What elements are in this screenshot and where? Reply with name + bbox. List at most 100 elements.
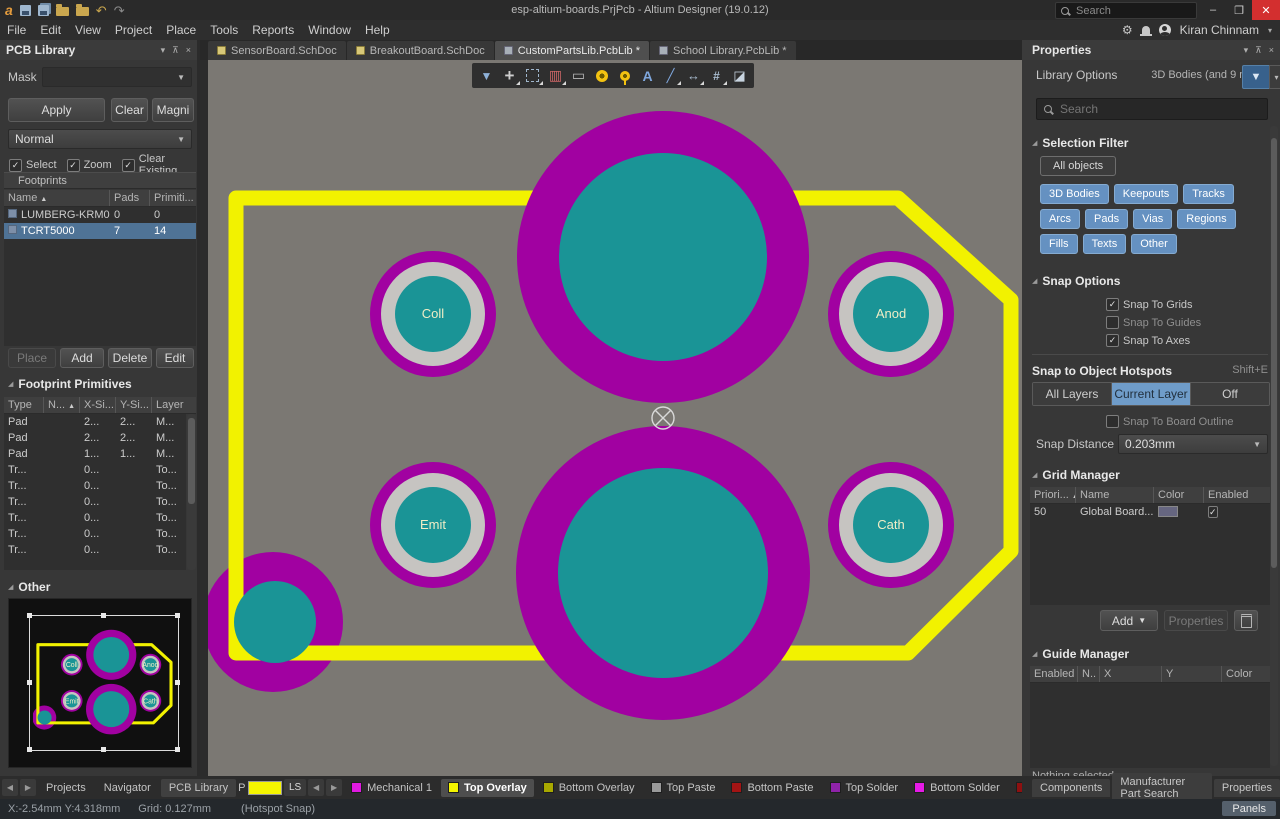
footprint-row-lumberg[interactable]: LUMBERG-KRM08 0 0 [4, 207, 196, 223]
tab-pcb-library[interactable]: PCB Library [161, 779, 236, 797]
close-button[interactable]: ✕ [1252, 0, 1280, 20]
panel-close-icon[interactable]: × [1269, 45, 1274, 56]
open-icon[interactable] [56, 7, 69, 16]
pad-emitter[interactable]: Emit [370, 462, 496, 588]
segment-current-layer[interactable]: Current Layer [1112, 383, 1191, 405]
primitive-row[interactable]: Tr...0...To... [4, 510, 186, 526]
user-menu-caret-icon[interactable]: ▾ [1268, 26, 1272, 35]
col-layer[interactable]: Layer [152, 397, 186, 413]
pad-large-top[interactable] [517, 111, 809, 403]
save-icon[interactable] [20, 5, 31, 16]
primitive-row[interactable]: Tr...0...To... [4, 526, 186, 542]
filter-regions[interactable]: Regions [1177, 209, 1235, 229]
panel-pin-icon[interactable]: ⊼ [1255, 45, 1262, 56]
scroll-right-icon[interactable]: ▶ [20, 779, 36, 796]
menu-window[interactable]: Window [301, 23, 358, 37]
selection-handle[interactable] [175, 613, 180, 618]
layer-tab-mechanical-1[interactable]: Mechanical 1 [344, 779, 439, 797]
filter-other[interactable]: Other [1131, 234, 1177, 254]
primitive-row[interactable]: Tr...0...To... [4, 478, 186, 494]
segment-all-layers[interactable]: All Layers [1033, 383, 1112, 405]
menu-edit[interactable]: Edit [33, 23, 68, 37]
col-y[interactable]: Y [1162, 666, 1222, 682]
menu-reports[interactable]: Reports [245, 23, 301, 37]
grid-add-button[interactable]: Add▼ [1100, 610, 1158, 631]
select-area-icon[interactable] [521, 65, 544, 86]
tab-school-library[interactable]: School Library.PcbLib * [650, 41, 796, 60]
primitive-row[interactable]: Tr...0...To... [4, 494, 186, 510]
snap-to-guides-checkbox[interactable]: Snap To Guides [1106, 316, 1201, 329]
pad-extra-hole[interactable] [234, 581, 316, 663]
layer-tab-bottom-overlay[interactable]: Bottom Overlay [536, 779, 642, 797]
filter-fills[interactable]: Fills [1040, 234, 1078, 254]
col-ysize[interactable]: Y-Si... [116, 397, 152, 413]
menu-project[interactable]: Project [108, 23, 159, 37]
grid-properties-button[interactable]: Properties [1164, 610, 1228, 631]
grid-table[interactable]: 50 Global Board... [1030, 504, 1270, 605]
primitive-row[interactable]: Pad2...2...M... [4, 414, 186, 430]
pad-icon[interactable] [590, 65, 613, 86]
dimension-icon[interactable] [682, 65, 705, 86]
mode-combo[interactable]: Normal▼ [8, 129, 192, 149]
selection-filter-section-header[interactable]: Selection Filter [1032, 136, 1128, 150]
snap-to-grids-checkbox[interactable]: Snap To Grids [1106, 298, 1201, 311]
panel-close-icon[interactable]: × [186, 45, 191, 56]
snap-distance-combo[interactable]: 0.203mm▼ [1118, 434, 1268, 454]
edit-button[interactable]: Edit [156, 348, 194, 368]
room-icon[interactable] [728, 65, 751, 86]
layers-scroll-right-icon[interactable]: ▶ [326, 779, 342, 796]
apply-button[interactable]: Apply [8, 98, 105, 122]
magnify-button[interactable]: Magni [152, 98, 194, 122]
primitives-scrollbar[interactable] [187, 414, 196, 570]
tab-projects[interactable]: Projects [38, 779, 94, 797]
col-enabled[interactable]: Enabled [1204, 487, 1256, 503]
panel-dropdown-icon[interactable]: ▾ [161, 45, 166, 56]
line-icon[interactable] [659, 65, 682, 86]
tab-components[interactable]: Components [1032, 779, 1110, 797]
tab-custompartslib[interactable]: CustomPartsLib.PcbLib * [495, 41, 649, 60]
snap-to-axes-checkbox[interactable]: Snap To Axes [1106, 334, 1201, 347]
pad-large-bottom[interactable] [516, 426, 810, 720]
col-xsize[interactable]: X-Si... [80, 397, 116, 413]
panel-dropdown-icon[interactable]: ▾ [1244, 45, 1249, 56]
place-button[interactable]: Place [8, 348, 56, 368]
layer-tab-bottom-paste[interactable]: Bottom Paste [724, 779, 820, 797]
tab-navigator[interactable]: Navigator [96, 779, 159, 797]
filter-vias[interactable]: Vias [1133, 209, 1172, 229]
pad-stack-icon[interactable] [544, 65, 567, 86]
footprints-list[interactable]: LUMBERG-KRM08 0 0 TCRT5000 7 14 [4, 207, 196, 346]
col-color[interactable]: Color [1222, 666, 1260, 682]
primitive-row[interactable]: Tr...0...To... [4, 462, 186, 478]
notifications-bell-icon[interactable] [1142, 26, 1150, 34]
filter-arcs[interactable]: Arcs [1040, 209, 1080, 229]
selection-handle[interactable] [175, 680, 180, 685]
selection-handle[interactable] [27, 613, 32, 618]
tab-properties[interactable]: Properties [1214, 779, 1280, 797]
layer-tab-top-overlay[interactable]: Top Overlay [441, 779, 534, 797]
text-icon[interactable] [636, 65, 659, 86]
col-color[interactable]: Color [1154, 487, 1204, 503]
menu-view[interactable]: View [68, 23, 108, 37]
layers-scroll-left-icon[interactable]: ◀ [308, 779, 324, 796]
filter-texts[interactable]: Texts [1083, 234, 1127, 254]
filter-keepouts[interactable]: Keepouts [1114, 184, 1178, 204]
selection-handle[interactable] [27, 680, 32, 685]
delete-button[interactable]: Delete [108, 348, 152, 368]
layer-tab-drill-guide[interactable]: Drill Guide [1009, 779, 1022, 797]
guide-manager-section-header[interactable]: Guide Manager [1032, 647, 1129, 661]
col-type[interactable]: Type [4, 397, 44, 413]
filter-tracks[interactable]: Tracks [1183, 184, 1234, 204]
scroll-left-icon[interactable]: ◀ [2, 779, 18, 796]
grid-color-swatch[interactable] [1158, 506, 1178, 517]
pcb-editor-canvas[interactable]: Coll Anod Emit Cath [208, 60, 1022, 776]
footprint-drawing[interactable]: Coll Anod Emit Cath [208, 60, 1022, 776]
layer-tab-top-paste[interactable]: Top Paste [644, 779, 723, 797]
tab-clipped[interactable]: P [238, 779, 246, 797]
footprint-primitives-section-header[interactable]: Footprint Primitives [8, 377, 132, 391]
selection-handle[interactable] [175, 747, 180, 752]
add-button[interactable]: Add [60, 348, 104, 368]
selection-handle[interactable] [27, 747, 32, 752]
panels-button[interactable]: Panels [1222, 801, 1276, 816]
tab-manufacturer-part-search[interactable]: Manufacturer Part Search [1112, 773, 1211, 803]
properties-scrollbar[interactable] [1270, 126, 1278, 766]
